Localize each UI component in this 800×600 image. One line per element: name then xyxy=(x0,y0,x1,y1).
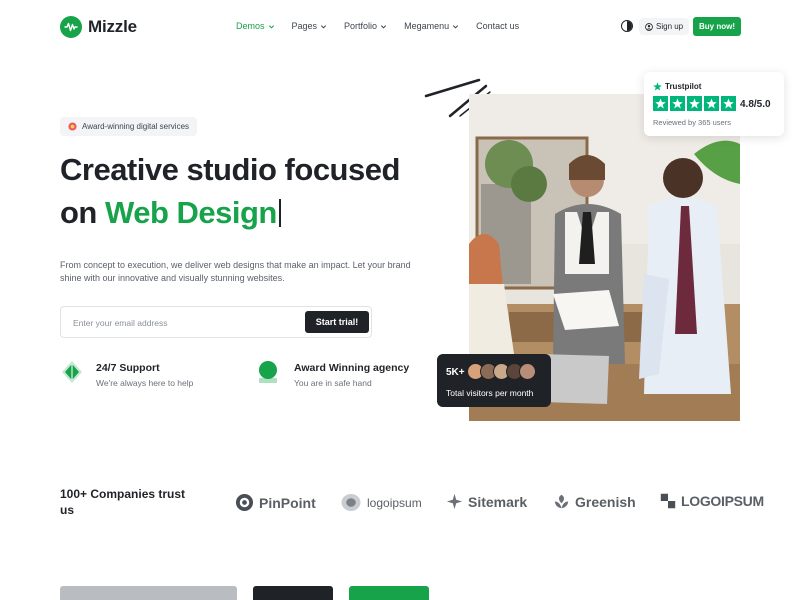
brand-name: LOGOIPSUM xyxy=(681,493,764,509)
feature-support: 24/7 Support We're always here to help xyxy=(60,360,193,388)
nav-label: Portfolio xyxy=(344,21,378,31)
chevron-down-icon xyxy=(381,24,387,29)
nav-item-demos[interactable]: Demos xyxy=(236,21,275,31)
logo-icon xyxy=(60,16,82,38)
brand-logo[interactable]: Mizzle xyxy=(60,16,137,38)
feature-title: Award Winning agency xyxy=(294,362,410,374)
nav-item-pages[interactable]: Pages xyxy=(292,21,328,31)
heading-line-1: Creative studio focused xyxy=(60,152,400,187)
award-badge: Award-winning digital services xyxy=(60,117,198,136)
support-icon xyxy=(60,360,84,384)
nav-item-megamenu[interactable]: Megamenu xyxy=(404,21,459,31)
feature-card-green xyxy=(349,586,429,600)
avatar-group xyxy=(467,363,536,380)
heading-line-2: on Web Design xyxy=(60,191,400,234)
logoipsum-logo-icon xyxy=(341,493,361,512)
nav-label: Megamenu xyxy=(404,21,450,31)
brand-pinpoint: PinPoint xyxy=(235,493,316,512)
brand-name: Greenish xyxy=(575,493,636,510)
nav-label: Demos xyxy=(236,21,265,31)
medal-icon xyxy=(68,122,77,131)
rating-stars xyxy=(653,96,736,111)
rating-score: 4.8/5.0 xyxy=(740,99,771,110)
buy-now-button[interactable]: Buy now! xyxy=(693,17,741,36)
nav-label: Contact us xyxy=(476,21,520,31)
award-icon xyxy=(258,360,282,384)
companies-title: 100+ Companies trust us xyxy=(60,487,186,517)
newsletter-form: Start trial! xyxy=(60,306,372,338)
review-count: Reviewed by 365 users xyxy=(653,118,731,127)
logoipsum-mark-icon xyxy=(660,493,676,509)
nav-item-portfolio[interactable]: Portfolio xyxy=(344,21,387,31)
star-icon xyxy=(687,96,702,111)
visitors-card: 5K+ Total visitors per month xyxy=(437,354,551,407)
brand-greenish: Greenish xyxy=(553,493,636,510)
star-icon xyxy=(721,96,736,111)
email-field[interactable] xyxy=(73,315,293,331)
hero-heading: Creative studio focused on Web Design xyxy=(60,148,400,234)
user-icon xyxy=(645,22,653,31)
heading-prefix: on xyxy=(60,195,105,230)
trustpilot-card: Trustpilot 4.8/5.0 Reviewed by 365 users xyxy=(644,72,784,136)
star-icon xyxy=(653,96,668,111)
trustpilot-name: Trustpilot xyxy=(665,82,702,91)
typing-caret xyxy=(278,199,281,227)
chevron-down-icon xyxy=(268,24,274,29)
brand-logoipsum-2: LOGOIPSUM xyxy=(660,493,764,509)
feature-subtitle: You are in safe hand xyxy=(294,378,372,388)
feature-subtitle: We're always here to help xyxy=(96,378,194,388)
badge-text: Award-winning digital services xyxy=(82,122,190,131)
signup-label: Sign up xyxy=(656,22,684,31)
feature-card-dark xyxy=(253,586,333,600)
brand-name: logoipsum xyxy=(367,495,422,510)
feature-title: 24/7 Support xyxy=(96,362,160,374)
greenish-logo-icon xyxy=(554,494,569,509)
avatar xyxy=(519,363,536,380)
hero-description: From concept to execution, we deliver we… xyxy=(60,260,411,283)
heading-highlight: Web Design xyxy=(105,195,277,230)
visitor-count: 5K+ xyxy=(446,367,465,378)
chevron-down-icon xyxy=(453,24,459,29)
brand-name: Sitemark xyxy=(468,493,528,510)
brand-sitemark: Sitemark xyxy=(446,493,527,510)
start-trial-button[interactable]: Start trial! xyxy=(305,311,369,333)
chevron-down-icon xyxy=(320,24,327,29)
trustpilot-star-icon xyxy=(653,82,662,91)
feature-card-image xyxy=(60,586,237,600)
site-header: Mizzle Demos Pages Portfolio Megamenu Co… xyxy=(0,0,800,54)
theme-toggle-icon[interactable] xyxy=(621,20,633,32)
feature-award: Award Winning agency You are in safe han… xyxy=(258,360,409,388)
trustpilot-logo: Trustpilot xyxy=(653,82,701,91)
visitor-label: Total visitors per month xyxy=(446,388,534,398)
signup-button[interactable]: Sign up xyxy=(639,18,690,35)
brand-logoipsum: logoipsum xyxy=(340,493,422,512)
main-nav: Demos Pages Portfolio Megamenu Contact u… xyxy=(236,21,519,31)
nav-label: Pages xyxy=(291,21,318,31)
brand-name: PinPoint xyxy=(259,494,316,511)
star-icon xyxy=(704,96,719,111)
pinpoint-logo-icon xyxy=(235,493,254,512)
star-icon xyxy=(670,96,685,111)
brand-name: Mizzle xyxy=(88,17,137,36)
sitemark-logo-icon xyxy=(446,493,463,510)
nav-item-contact[interactable]: Contact us xyxy=(476,21,519,31)
